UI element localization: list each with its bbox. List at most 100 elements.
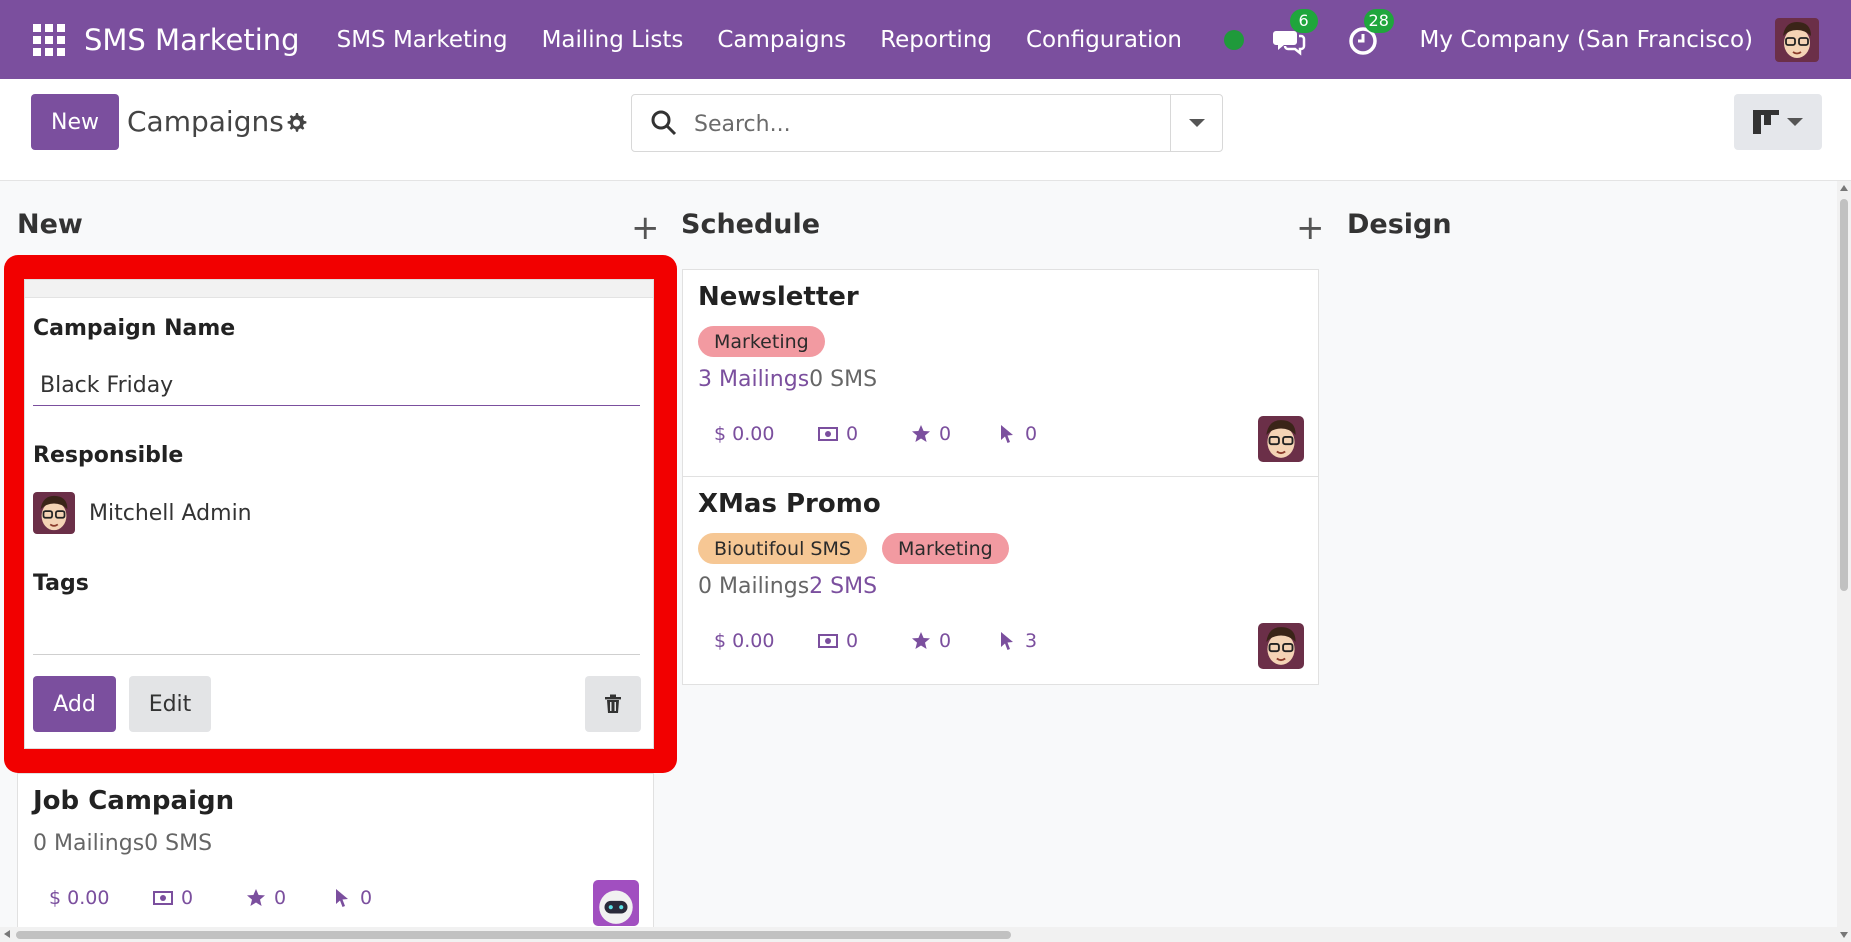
top-navbar: SMS Marketing SMS Marketing Mailing List… (0, 0, 1851, 79)
sms-link[interactable]: 2 SMS (809, 574, 877, 599)
money-icon (818, 634, 838, 648)
kanban-view-icon (1753, 110, 1779, 134)
apps-menu-icon[interactable] (32, 23, 66, 57)
revenue-metric[interactable]: $ 0.00 (714, 630, 774, 652)
money-icon (153, 891, 173, 905)
responsible-name: Mitchell Admin (89, 500, 252, 526)
scroll-down-arrow-icon[interactable] (1840, 932, 1848, 938)
horizontal-scroll-thumb[interactable] (16, 931, 1011, 939)
quotations-value: 0 (846, 423, 859, 445)
search-options-toggle[interactable] (1170, 95, 1222, 151)
star-icon (912, 632, 930, 649)
quick-create-form: Campaign Name Responsible Mitchell Admin… (24, 279, 654, 749)
menu-configuration[interactable]: Configuration (1026, 27, 1182, 53)
revenue-metric[interactable]: $ 0.00 (49, 887, 109, 909)
tag-bioutifoul-sms: Bioutifoul SMS (698, 533, 867, 564)
opportunities-metric[interactable]: 0 (246, 887, 286, 909)
menu-reporting[interactable]: Reporting (880, 27, 992, 53)
add-button[interactable]: Add (33, 676, 116, 732)
money-icon (818, 427, 838, 441)
opportunities-value: 0 (274, 887, 287, 909)
card-title: XMas Promo (698, 489, 881, 519)
column-title-new: New (17, 209, 83, 240)
app-brand[interactable]: SMS Marketing (84, 23, 300, 57)
online-status-icon (1223, 29, 1244, 50)
pointer-icon (1001, 632, 1013, 650)
activities-clock-icon[interactable]: 28 (1346, 8, 1394, 57)
scroll-up-arrow-icon[interactable] (1840, 185, 1848, 191)
campaign-name-input[interactable] (33, 365, 640, 405)
clicks-metric[interactable]: 0 (332, 887, 372, 909)
discard-button[interactable] (585, 676, 641, 732)
trash-icon (605, 694, 621, 713)
star-icon (912, 425, 930, 442)
responsible-label: Responsible (33, 443, 184, 468)
horizontal-scrollbar[interactable] (0, 927, 1837, 942)
activities-badge: 28 (1363, 8, 1394, 33)
campaign-name-field (33, 365, 640, 406)
opportunities-metric[interactable]: 0 (911, 630, 951, 652)
bot-avatar (593, 880, 639, 926)
messages-badge: 6 (1289, 8, 1318, 33)
gear-icon[interactable] (284, 111, 308, 135)
pointer-icon (336, 889, 348, 907)
scroll-left-arrow-icon[interactable] (4, 930, 10, 938)
quotations-metric[interactable]: 0 (818, 630, 858, 652)
quotations-value: 0 (181, 887, 194, 909)
new-button[interactable]: New (31, 94, 119, 150)
edit-button[interactable]: Edit (129, 676, 211, 732)
messages-icon[interactable]: 6 (1272, 8, 1318, 57)
menu-mailing-lists[interactable]: Mailing Lists (542, 27, 684, 53)
column-add-plus-icon[interactable]: + (1296, 211, 1325, 245)
user-avatar[interactable] (1775, 17, 1819, 62)
tags-field (33, 614, 640, 655)
search-icon (651, 110, 677, 136)
clicks-value: 3 (1025, 630, 1038, 652)
opportunities-value: 0 (939, 423, 952, 445)
clicks-metric[interactable]: 0 (997, 423, 1037, 445)
revenue-value: $ 0.00 (714, 630, 775, 652)
menu-sms-marketing[interactable]: SMS Marketing (337, 27, 508, 53)
search-input[interactable] (694, 107, 1134, 141)
revenue-value: $ 0.00 (714, 423, 775, 445)
control-panel: New Campaigns (0, 79, 1851, 181)
opportunities-metric[interactable]: 0 (911, 423, 951, 445)
mailings-count: 0 Mailings (33, 831, 145, 856)
clicks-value: 0 (360, 887, 373, 909)
campaign-card-xmas-promo[interactable]: XMas Promo Bioutifoul SMS Marketing 0 Ma… (682, 476, 1319, 685)
mailings-link[interactable]: 3 Mailings (698, 367, 809, 392)
card-stats: 0 Mailings2 SMS (698, 574, 877, 599)
mailings-count: 0 Mailings (698, 574, 810, 599)
column-title-schedule: Schedule (681, 209, 821, 240)
clicks-metric[interactable]: 3 (997, 630, 1037, 652)
breadcrumb: Campaigns (127, 105, 284, 138)
quotations-metric[interactable]: 0 (153, 887, 193, 909)
view-switcher[interactable] (1734, 94, 1822, 150)
company-switcher[interactable]: My Company (San Francisco) (1420, 27, 1753, 53)
search-bar (631, 94, 1223, 152)
vertical-scroll-thumb[interactable] (1840, 199, 1848, 591)
revenue-metric[interactable]: $ 0.00 (714, 423, 774, 445)
column-add-plus-icon[interactable]: + (631, 211, 660, 245)
campaign-card-job-campaign[interactable]: Job Campaign 0 Mailings0 SMS $ 0.00 0 0 … (17, 773, 654, 942)
star-icon (247, 889, 265, 906)
revenue-value: $ 0.00 (49, 887, 110, 909)
responsible-avatar (1258, 623, 1304, 669)
pointer-icon (1001, 425, 1013, 443)
quick-create-header (25, 280, 653, 298)
chevron-down-icon (1787, 118, 1803, 126)
campaign-name-label: Campaign Name (33, 316, 236, 341)
card-stats: 0 Mailings0 SMS (33, 831, 212, 856)
menu-campaigns[interactable]: Campaigns (717, 27, 846, 53)
card-title: Job Campaign (33, 786, 235, 816)
campaign-card-newsletter[interactable]: Newsletter Marketing 3 Mailings0 SMS $ 0… (682, 269, 1319, 477)
quotations-value: 0 (846, 630, 859, 652)
tag-marketing: Marketing (882, 533, 1009, 564)
quotations-metric[interactable]: 0 (818, 423, 858, 445)
responsible-field[interactable]: Mitchell Admin (33, 492, 252, 534)
responsible-avatar (1258, 416, 1304, 462)
vertical-scrollbar[interactable] (1837, 181, 1851, 942)
chevron-down-icon (1188, 119, 1205, 127)
tags-input[interactable] (33, 614, 640, 654)
card-title: Newsletter (698, 282, 859, 312)
